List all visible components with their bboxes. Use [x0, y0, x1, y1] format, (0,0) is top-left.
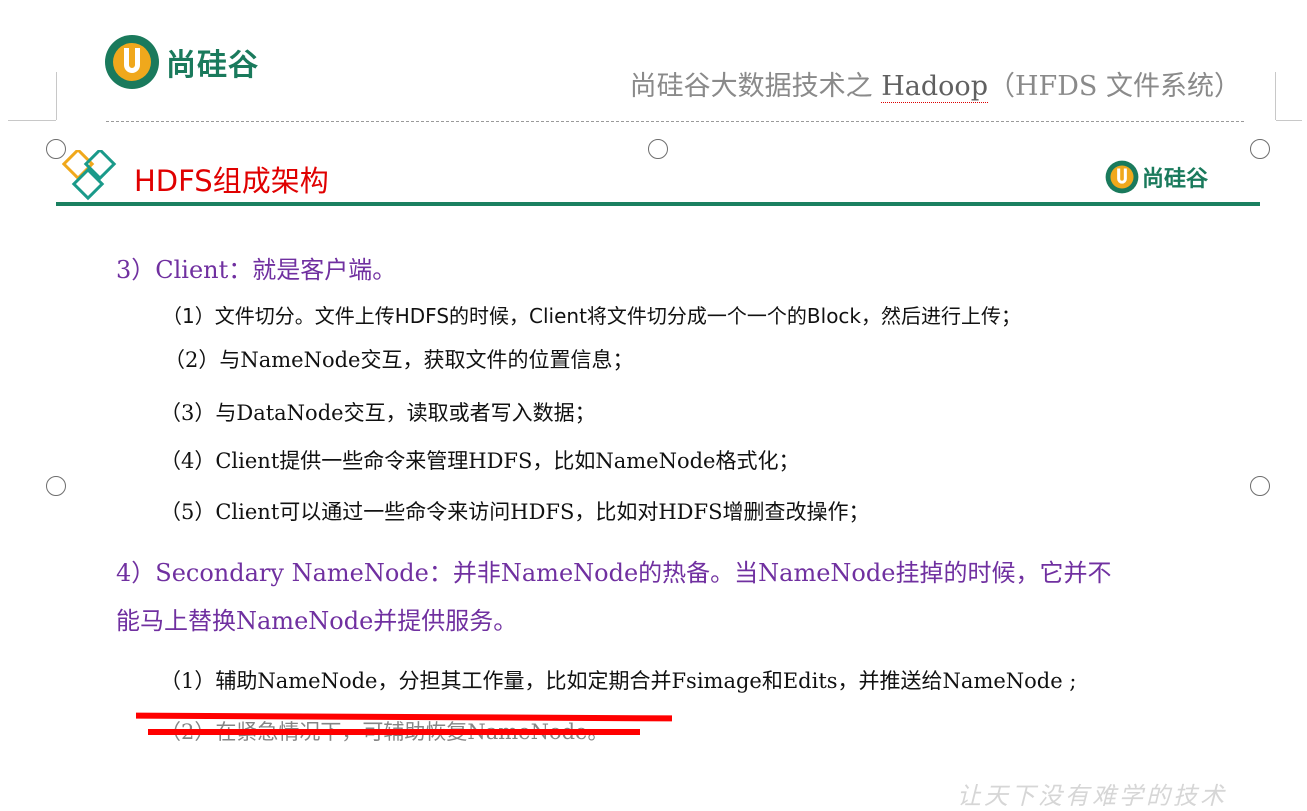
- resize-handle-top-center[interactable]: [648, 139, 668, 159]
- strike-mark-lower: [148, 729, 640, 735]
- document-title-suffix: （HFDS 文件系统）: [987, 71, 1241, 102]
- logo-icon: [1105, 160, 1139, 194]
- client-heading: 3）Client：就是客户端。: [116, 256, 397, 284]
- slide-title: HDFS组成架构: [134, 164, 329, 198]
- resize-handle-middle-right[interactable]: [1250, 476, 1270, 496]
- logo-icon: [105, 35, 159, 89]
- secondary-item-1: （1）辅助NameNode，分担其工作量，比如定期合并Fsimage和Edits…: [160, 669, 1077, 693]
- document-title: 尚硅谷大数据技术之 Hadoop（HFDS 文件系统）: [630, 64, 1241, 103]
- resize-handle-top-right[interactable]: [1250, 139, 1270, 159]
- document-title-keyword: Hadoop: [881, 71, 988, 103]
- secondary-namenode-heading-line2: 能马上替换NameNode并提供服务。: [116, 607, 518, 635]
- corner-mark-top-right-h: [1276, 120, 1302, 121]
- client-item-5: （5）Client可以通过一些命令来访问HDFS，比如对HDFS增删查改操作；: [160, 500, 870, 524]
- header-logo: 尚硅谷: [104, 34, 259, 90]
- header-logo-text: 尚硅谷: [166, 48, 259, 83]
- client-item-1: （1）文件切分。文件上传HDFS的时候，Client将文件切分成一个一个的Blo…: [162, 304, 1022, 328]
- diamond-decoration-icon: [62, 150, 117, 201]
- corner-mark-top-left: [56, 72, 57, 120]
- header-divider: [106, 121, 1244, 122]
- slide-logo: 尚硅谷: [1105, 160, 1208, 194]
- footer-watermark: 让天下没有难学的技术: [957, 782, 1227, 810]
- client-item-4: （4）Client提供一些命令来管理HDFS，比如NameNode格式化；: [160, 449, 800, 473]
- corner-mark-top-right: [1275, 72, 1276, 120]
- document-title-prefix: 尚硅谷大数据技术之: [629, 71, 882, 102]
- client-item-2: （2）与NameNode交互，获取文件的位置信息；: [164, 348, 634, 372]
- corner-mark-top-left-h: [8, 120, 56, 121]
- resize-handle-middle-left[interactable]: [46, 476, 66, 496]
- secondary-namenode-heading-line1: 4）Secondary NameNode：并非NameNode的热备。当Name…: [116, 559, 1112, 587]
- slide-title-underline: [56, 202, 1260, 206]
- slide-logo-text: 尚硅谷: [1142, 167, 1209, 192]
- client-item-3: （3）与DataNode交互，读取或者写入数据；: [160, 401, 596, 425]
